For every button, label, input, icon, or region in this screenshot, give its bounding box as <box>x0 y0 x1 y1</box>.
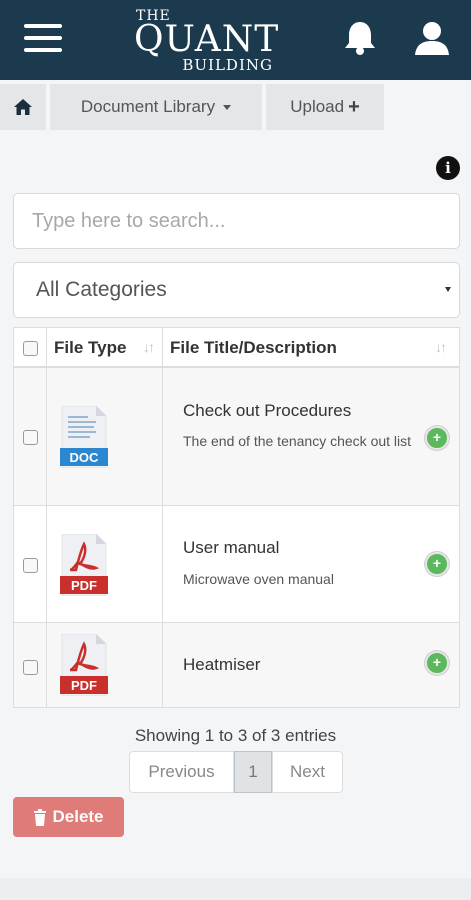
pdf-file-icon: PDF <box>60 634 108 696</box>
plus-icon: + <box>348 95 360 118</box>
logo[interactable]: THE QUANT BUILDING <box>134 6 279 74</box>
caret-down-icon <box>223 104 232 110</box>
pdf-file-icon: PDF <box>60 534 108 596</box>
app-header: THE QUANT BUILDING <box>0 0 471 80</box>
title-header[interactable]: File Title/Description ↓↑ <box>163 328 459 366</box>
table-row[interactable]: PDF Heatmiser + <box>14 623 459 707</box>
sort-icon[interactable]: ↓↑ <box>435 339 447 355</box>
next-button[interactable]: Next <box>272 751 343 793</box>
caret-down-icon <box>445 287 451 292</box>
menu-icon[interactable] <box>24 22 62 54</box>
select-all-checkbox[interactable] <box>23 341 38 356</box>
svg-text:PDF: PDF <box>71 578 97 593</box>
footer <box>0 878 471 900</box>
row-checkbox[interactable] <box>23 430 38 445</box>
info-icon[interactable]: i <box>436 156 460 180</box>
add-button[interactable]: + <box>425 426 449 450</box>
add-button[interactable]: + <box>425 552 449 576</box>
table-row[interactable]: PDF User manual Microwave oven manual + <box>14 506 459 623</box>
svg-text:DOC: DOC <box>70 450 100 465</box>
table-row[interactable]: DOC Check out Procedures The end of the … <box>14 368 459 506</box>
row-checkbox[interactable] <box>23 660 38 675</box>
doc-file-icon: DOC <box>60 406 108 468</box>
previous-button[interactable]: Previous <box>129 751 234 793</box>
sort-icon[interactable]: ↓↑ <box>143 339 155 355</box>
row-checkbox[interactable] <box>23 558 38 573</box>
add-button[interactable]: + <box>425 651 449 675</box>
search-input[interactable] <box>13 193 460 249</box>
user-icon[interactable] <box>414 20 450 56</box>
nav-bar: Document Library Upload + <box>0 80 471 130</box>
bell-icon[interactable] <box>343 20 377 56</box>
file-type-header[interactable]: File Type ↓↑ <box>47 328 163 366</box>
document-library-dropdown[interactable]: Document Library <box>50 84 262 130</box>
page-1-button[interactable]: 1 <box>234 751 272 793</box>
documents-table: File Type ↓↑ File Title/Description ↓↑ D… <box>13 327 460 708</box>
delete-button[interactable]: Delete <box>13 797 124 837</box>
category-select[interactable]: All Categories <box>13 262 460 318</box>
svg-text:PDF: PDF <box>71 678 97 693</box>
home-icon <box>14 99 32 115</box>
trash-icon <box>34 808 47 826</box>
table-header: File Type ↓↑ File Title/Description ↓↑ <box>14 328 459 368</box>
pagination: Previous 1 Next <box>129 751 343 793</box>
entries-info: Showing 1 to 3 of 3 entries <box>134 726 337 745</box>
upload-button[interactable]: Upload + <box>266 84 384 130</box>
home-button[interactable] <box>0 84 46 130</box>
